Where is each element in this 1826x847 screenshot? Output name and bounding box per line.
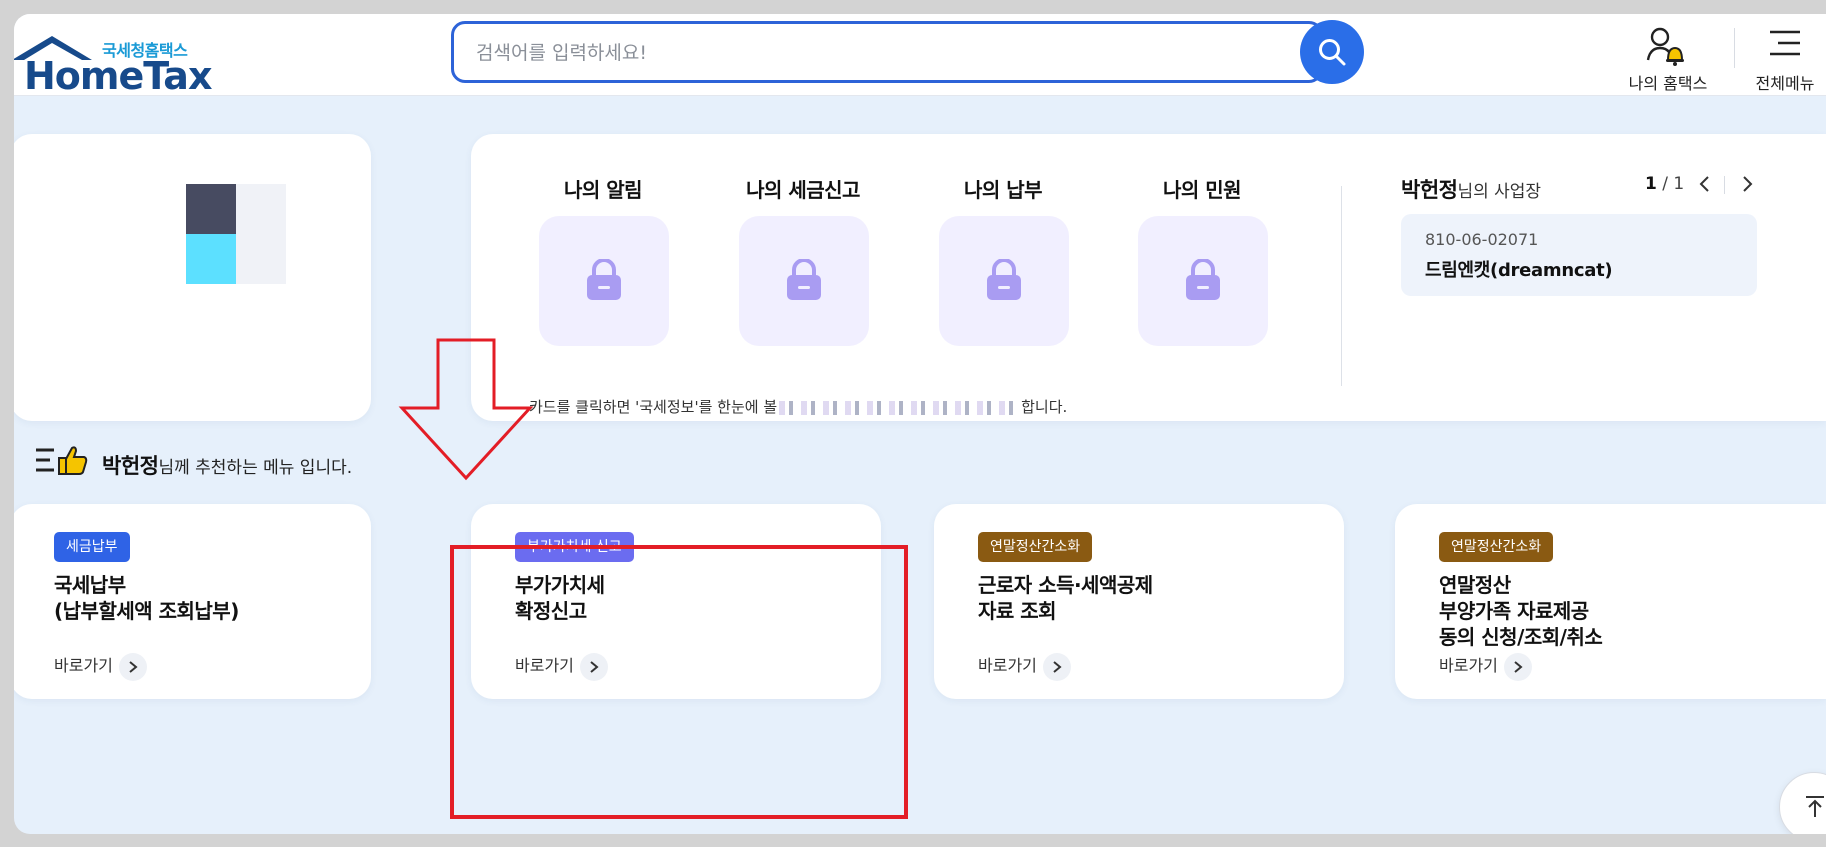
business-title: 박헌정님의 사업장 (1401, 174, 1541, 204)
menu-card-title: 국세납부 (납부할세액 조회납부) (54, 573, 239, 623)
menu-card-title: 연말정산 부양가족 자료제공 동의 신청/조회/취소 (1439, 573, 1603, 649)
tile-box[interactable] (939, 216, 1069, 346)
thumbs-up-list-icon (36, 446, 88, 475)
lock-icon (787, 259, 821, 300)
all-menu-button[interactable]: 전체메뉴 (1744, 20, 1826, 93)
tile-label: 나의 납부 (963, 178, 1043, 202)
placeholder-block (186, 184, 236, 234)
menu-card-title: 근로자 소득·세액공제 자료 조회 (978, 573, 1153, 623)
placeholder-block (186, 234, 236, 284)
tile-my-tax-filing[interactable]: 나의 세금신고 (733, 174, 873, 346)
menu-card-dependent-consent[interactable]: 연말정산간소화 연말정산 부양가족 자료제공 동의 신청/조회/취소 바로가기 (1395, 504, 1826, 699)
placeholder-block (236, 184, 286, 234)
profile-card[interactable] (14, 134, 371, 421)
dashboard-card: 나의 알림 나의 세금신고 나의 납부 나의 민원 카드를 클릭하면 '국세정보… (471, 134, 1826, 421)
search-box (451, 21, 1323, 83)
category-badge: 세금납부 (54, 532, 130, 562)
shortcut-link[interactable]: 바로가기 (978, 652, 1071, 681)
hamburger-menu-icon (1770, 30, 1800, 56)
arrow-circle (1503, 652, 1532, 681)
prev-page-button[interactable] (1693, 172, 1717, 196)
annotation-highlight-box (450, 545, 908, 819)
business-reg-number: 810-06-02071 (1425, 230, 1539, 249)
tile-box[interactable] (1138, 216, 1268, 346)
search-icon (1319, 39, 1346, 66)
hometax-logo[interactable]: 국세청홈택스 HomeTax (14, 24, 214, 98)
search-input[interactable] (476, 38, 1236, 68)
tile-box[interactable] (539, 216, 669, 346)
chevron-right-icon (1743, 176, 1753, 192)
arrow-circle (118, 652, 147, 681)
business-info-box[interactable]: 810-06-02071 드림엔캣(dreamncat) (1401, 214, 1757, 296)
my-hometax-button[interactable]: 나의 홈택스 (1610, 20, 1726, 93)
lock-icon (987, 259, 1021, 300)
page-total: / 1 (1662, 174, 1685, 194)
dashboard-hint: 카드를 클릭하면 '국세정보'를 한눈에 볼 합니다. (529, 396, 1067, 417)
category-badge: 연말정산간소화 (978, 532, 1093, 562)
hint-text-end: 합니다. (1021, 398, 1068, 416)
tile-my-payment[interactable]: 나의 납부 (933, 174, 1073, 346)
annotation-arrow-icon (398, 338, 534, 481)
recommend-text: 박헌정님께 추천하는 메뉴 입니다. (102, 450, 352, 480)
shortcut-label: 바로가기 (978, 656, 1037, 675)
lock-icon (1186, 259, 1220, 300)
user-bell-icon (1646, 27, 1684, 66)
tile-label: 나의 민원 (1162, 178, 1242, 202)
business-pager: 1 / 1 (1645, 174, 1684, 194)
menu-card-tax-payment[interactable]: 세금납부 국세납부 (납부할세액 조회납부) 바로가기 (14, 504, 371, 699)
chevron-right-icon (1053, 660, 1062, 673)
tile-my-civil-petition[interactable]: 나의 민원 (1132, 174, 1272, 346)
tile-label: 나의 알림 (563, 178, 643, 202)
tile-label: 나의 세금신고 (746, 178, 860, 202)
page-frame: 국세청홈택스 HomeTax 나의 홈택스 (14, 14, 1826, 834)
section-divider (1341, 186, 1342, 386)
arrow-circle (1042, 652, 1071, 681)
logo-english-text: HomeTax (24, 54, 212, 98)
category-badge: 연말정산간소화 (1439, 532, 1554, 562)
lock-icon (587, 259, 621, 300)
pager-divider (1724, 176, 1725, 194)
recommend-user-name: 박헌정 (102, 454, 159, 478)
placeholder-block (236, 234, 286, 284)
business-title-suffix: 님의 사업장 (1457, 182, 1542, 202)
arrow-up-icon (1806, 796, 1824, 817)
redacted-text (779, 400, 1020, 415)
scroll-top-button[interactable] (1779, 772, 1826, 834)
menu-card-income-deduction[interactable]: 연말정산간소화 근로자 소득·세액공제 자료 조회 바로가기 (934, 504, 1344, 699)
chevron-right-icon (1514, 660, 1523, 673)
page-current: 1 (1645, 174, 1657, 194)
chevron-right-icon (129, 660, 138, 673)
my-hometax-label: 나의 홈택스 (1628, 74, 1708, 93)
shortcut-link[interactable]: 바로가기 (1439, 652, 1532, 681)
business-company-name: 드림엔캣(dreamncat) (1425, 260, 1613, 281)
search-button[interactable] (1300, 20, 1364, 84)
shortcut-link[interactable]: 바로가기 (54, 652, 147, 681)
shortcut-label: 바로가기 (1439, 656, 1498, 675)
chevron-left-icon (1699, 176, 1709, 192)
next-page-button[interactable] (1735, 172, 1759, 196)
hint-text-start: 카드를 클릭하면 '국세정보'를 한눈에 볼 (529, 398, 778, 416)
recommend-suffix: 님께 추천하는 메뉴 입니다. (158, 458, 353, 478)
header: 국세청홈택스 HomeTax 나의 홈택스 (14, 14, 1826, 98)
tile-my-notifications[interactable]: 나의 알림 (533, 174, 673, 346)
header-divider (1734, 28, 1735, 68)
shortcut-label: 바로가기 (54, 656, 113, 675)
business-owner-name: 박헌정 (1401, 178, 1458, 202)
all-menu-label: 전체메뉴 (1755, 74, 1815, 93)
tile-box[interactable] (739, 216, 869, 346)
